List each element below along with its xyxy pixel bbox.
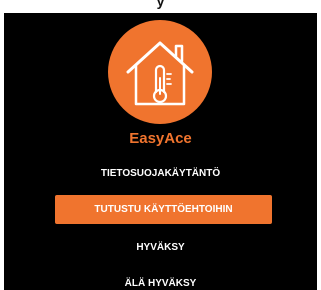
house-thermometer-icon bbox=[126, 41, 194, 106]
privacy-policy-link[interactable]: TIETOSUOJAKÄYTÄNTÖ bbox=[4, 167, 317, 181]
terms-button-label: TUTUSTU KÄYTTÖEHTOIHIN bbox=[94, 203, 233, 215]
decline-button[interactable]: ÄLÄ HYVÄKSY bbox=[4, 277, 317, 290]
app-name: EasyAce bbox=[129, 130, 192, 147]
window-right-border bbox=[317, 0, 321, 290]
terms-button[interactable]: TUTUSTU KÄYTTÖEHTOIHIN bbox=[55, 195, 272, 224]
accept-button[interactable]: HYVÄKSY bbox=[4, 241, 317, 255]
window-top-border: y bbox=[0, 0, 321, 13]
app-logo bbox=[108, 20, 212, 124]
consent-screen: EasyAce TIETOSUOJAKÄYTÄNTÖ TUTUSTU KÄYTT… bbox=[4, 13, 317, 290]
window-top-text: y bbox=[156, 0, 165, 9]
